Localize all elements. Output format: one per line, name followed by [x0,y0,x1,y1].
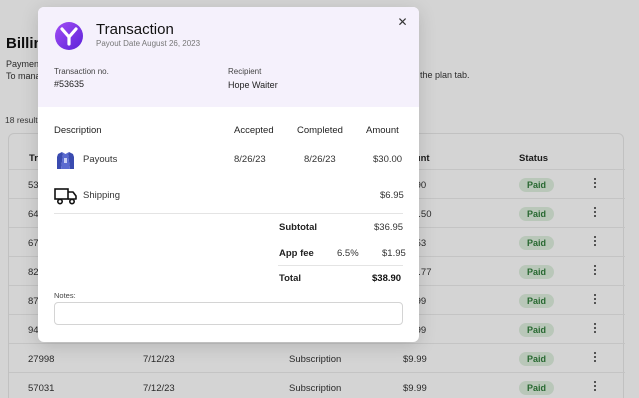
payout-date: Payout Date August 26, 2023 [96,39,201,48]
transaction-modal: Transaction Payout Date August 26, 2023 … [38,7,419,342]
app-fee-label: App fee [279,248,314,259]
item-description: Shipping [83,190,120,201]
recipient-label: Recipient [228,67,262,76]
subtotal-label: Subtotal [279,222,317,233]
divider [278,265,403,266]
column-header-amount: Amount [366,125,399,136]
column-header-accepted: Accepted [234,125,274,136]
notes-label: Notes: [54,291,76,300]
item-description: Payouts [83,154,118,165]
truck-icon [54,188,77,205]
subtotal-value: $36.95 [374,222,404,233]
transaction-no: #53635 [54,79,85,89]
modal-title: Transaction [96,21,174,38]
app-fee-value: $1.95 [382,248,406,259]
total-label: Total [279,273,301,284]
recipient-name: Hope Waiter [228,80,278,90]
divider [54,213,403,214]
item-completed: 8/26/23 [304,154,336,165]
jersey-icon [57,152,74,169]
brand-logo-icon [55,22,83,50]
transaction-no-label: Transaction no. [54,67,109,76]
item-amount: $6.95 [380,190,404,201]
item-accepted: 8/26/23 [234,154,266,165]
item-amount: $30.00 [373,154,403,165]
column-header-completed: Completed [297,125,343,136]
notes-field[interactable] [54,302,403,325]
close-icon[interactable]: ✕ [397,16,408,28]
app-fee-rate: 6.5% [337,248,359,259]
column-header-description: Description [54,125,102,136]
total-value: $38.90 [372,273,402,284]
